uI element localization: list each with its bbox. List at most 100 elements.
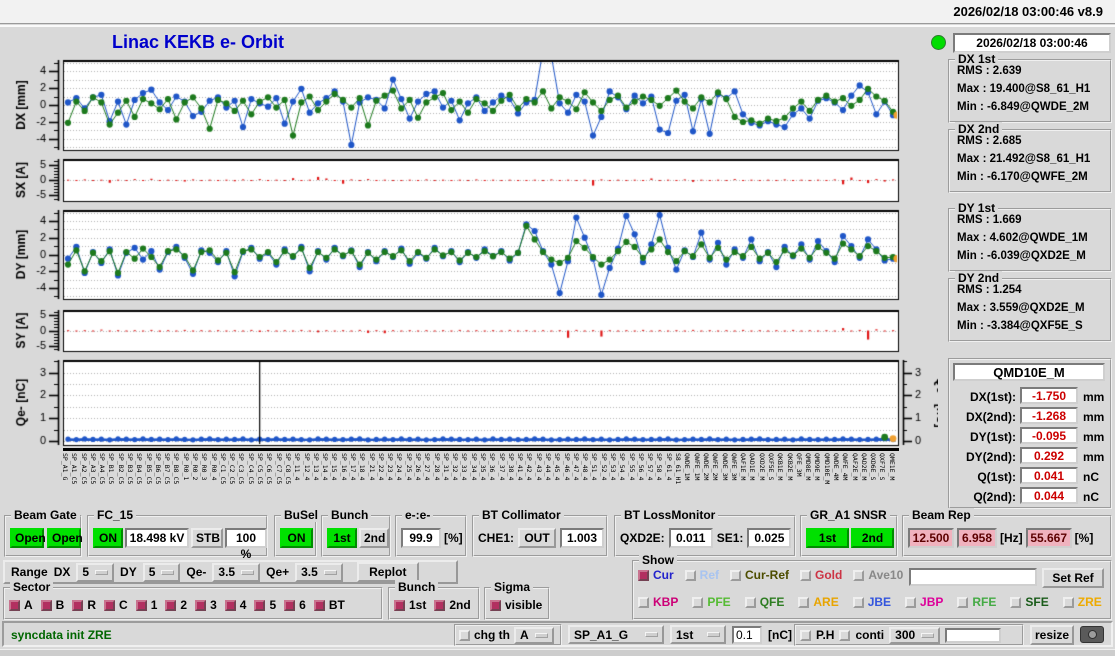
- checkbox-indicator[interactable]: [9, 599, 20, 611]
- show-qfe-checkbox[interactable]: QFE: [744, 595, 784, 609]
- bpm-label-sp-b8-c5: SP_B8_C5: [172, 453, 181, 485]
- range-row: Range DX 5 DY 5 Qe- 3.5 Qe+ 3.5 Replot: [3, 560, 458, 584]
- checkbox-indicator[interactable]: [135, 599, 147, 611]
- show-ref-checkbox[interactable]: Ref: [684, 568, 719, 582]
- group-title: Sigma: [491, 580, 534, 594]
- stats-rms: RMS : 2.685: [957, 135, 1022, 147]
- snsr-1st-button[interactable]: 1st: [806, 528, 849, 548]
- bunch-1st-checkbox[interactable]: 1st: [394, 598, 426, 612]
- checkbox-indicator[interactable]: [1062, 596, 1074, 608]
- sector-bt-checkbox[interactable]: BT: [313, 598, 345, 612]
- show-rfe-checkbox[interactable]: RFE: [957, 595, 996, 609]
- threshold-input[interactable]: [732, 626, 762, 644]
- range-dx-select[interactable]: 5: [76, 562, 115, 582]
- sector-b-checkbox[interactable]: B: [40, 598, 64, 612]
- snsr-2nd-button[interactable]: 2nd: [851, 528, 894, 548]
- sigma-visible-checkbox[interactable]: visible: [490, 598, 542, 612]
- bpm-select[interactable]: SP_A1_G: [568, 625, 664, 644]
- checkbox-indicator[interactable]: [730, 569, 742, 581]
- conti-checkbox[interactable]: [839, 629, 851, 641]
- bunch-select[interactable]: 1st: [670, 625, 726, 644]
- show-jbe-checkbox[interactable]: JBE: [852, 595, 892, 609]
- extra-input[interactable]: [945, 627, 1002, 643]
- show-jbe-label: JBE: [867, 595, 892, 609]
- range-qem-select[interactable]: 3.5: [212, 562, 261, 582]
- checkbox-indicator[interactable]: [40, 599, 52, 611]
- show-are-checkbox[interactable]: ARE: [798, 595, 839, 609]
- checkbox-indicator[interactable]: [165, 599, 177, 611]
- bunch-2nd-checkbox[interactable]: 2nd: [434, 598, 471, 612]
- checkbox-indicator[interactable]: [394, 599, 405, 611]
- sector-c-checkbox[interactable]: C: [104, 598, 128, 612]
- count-select[interactable]: 300: [889, 626, 941, 644]
- bunch-1st-button[interactable]: 1st: [327, 528, 357, 548]
- checkbox-indicator[interactable]: [490, 599, 501, 611]
- checkbox-indicator[interactable]: [744, 596, 756, 608]
- show-gold-checkbox[interactable]: Gold: [800, 568, 842, 582]
- bpm-label-sp-14-4: SP_14_4: [321, 453, 330, 481]
- bpm-label-sp-r0-2: SP_R0_2: [191, 453, 200, 481]
- bunch-1st-label: 1st: [409, 598, 427, 612]
- camera-icon[interactable]: [1080, 626, 1104, 643]
- show-cur-ref-checkbox[interactable]: Cur-Ref: [730, 568, 789, 582]
- range-qep-select[interactable]: 3.5: [295, 562, 343, 582]
- checkbox-indicator[interactable]: [905, 596, 917, 608]
- checkbox-indicator[interactable]: [434, 599, 446, 611]
- set-ref-button[interactable]: Set Ref: [1042, 568, 1104, 588]
- checkbox-indicator[interactable]: [957, 596, 969, 608]
- show-kbp-checkbox[interactable]: KBP: [638, 595, 678, 609]
- ph-checkbox[interactable]: [800, 629, 811, 641]
- checkbox-indicator[interactable]: [684, 569, 696, 581]
- checkbox-indicator[interactable]: [195, 599, 207, 611]
- sector-a-checkbox[interactable]: A: [9, 598, 33, 612]
- fc15-stb-button[interactable]: STB: [191, 528, 223, 548]
- show-pfe-checkbox[interactable]: PFE: [692, 595, 731, 609]
- checkbox-indicator[interactable]: [104, 599, 116, 611]
- stats-dx-2nd: DX 2nd RMS : 2.685 Max : 21.492@S8_61_H1…: [948, 122, 1112, 193]
- show-cur-checkbox[interactable]: Cur: [638, 568, 674, 582]
- show-ave10-checkbox[interactable]: Ave10: [853, 568, 903, 582]
- checkbox-indicator[interactable]: [638, 596, 649, 608]
- checkbox-indicator[interactable]: [313, 599, 325, 611]
- show-sfe-checkbox[interactable]: SFE: [1010, 595, 1049, 609]
- sector-r-checkbox[interactable]: R: [72, 598, 96, 612]
- fc15-percent-value: 100 %: [225, 528, 267, 561]
- fc15-on-button[interactable]: ON: [93, 528, 123, 548]
- sector-3-checkbox[interactable]: 3: [195, 598, 217, 612]
- sector-5-checkbox[interactable]: 5: [254, 598, 276, 612]
- sy-steering-chart: [8, 307, 938, 356]
- chg-th-select[interactable]: A: [514, 626, 554, 644]
- resize-button[interactable]: resize: [1030, 625, 1074, 645]
- che1-out-button[interactable]: OUT: [518, 528, 557, 548]
- checkbox-indicator[interactable]: [798, 596, 810, 608]
- checkbox-indicator[interactable]: [254, 599, 266, 611]
- bpm-label-sp-r0-1: SP_R0_1: [181, 453, 190, 481]
- checkbox-indicator[interactable]: [852, 596, 864, 608]
- show-jbp-checkbox[interactable]: JBP: [905, 595, 943, 609]
- replot-button[interactable]: Replot: [356, 562, 419, 582]
- checkbox-indicator[interactable]: [638, 569, 649, 581]
- sector-6-checkbox[interactable]: 6: [284, 598, 306, 612]
- checkbox-indicator[interactable]: [692, 596, 704, 608]
- checkbox-indicator[interactable]: [853, 569, 865, 581]
- sector-4-checkbox[interactable]: 4: [224, 598, 246, 612]
- monitor-row: DY(1st): -0.095 mm: [950, 427, 1110, 447]
- checkbox-indicator[interactable]: [1010, 596, 1022, 608]
- sector-2-checkbox[interactable]: 2: [165, 598, 187, 612]
- checkbox-indicator[interactable]: [72, 599, 84, 611]
- sector-1-checkbox[interactable]: 1: [135, 598, 157, 612]
- chg-th-checkbox[interactable]: [459, 629, 470, 641]
- beam-rep-percent-unit: [%]: [1074, 531, 1094, 545]
- busel-on-button[interactable]: ON: [280, 528, 313, 548]
- checkbox-indicator[interactable]: [800, 569, 812, 581]
- ref-name-input[interactable]: [909, 568, 1037, 586]
- show-zre-checkbox[interactable]: ZRE: [1062, 595, 1102, 609]
- checkbox-indicator[interactable]: [284, 599, 296, 611]
- checkbox-indicator[interactable]: [224, 599, 236, 611]
- group-title: e-:e-: [402, 508, 434, 522]
- beam-gate-2-button[interactable]: Open: [47, 528, 83, 548]
- beam-gate-1-button[interactable]: Open: [10, 528, 46, 548]
- range-qep-label: Qe+: [266, 565, 290, 579]
- range-dy-select[interactable]: 5: [142, 562, 181, 582]
- bunch-2nd-button[interactable]: 2nd: [359, 528, 389, 548]
